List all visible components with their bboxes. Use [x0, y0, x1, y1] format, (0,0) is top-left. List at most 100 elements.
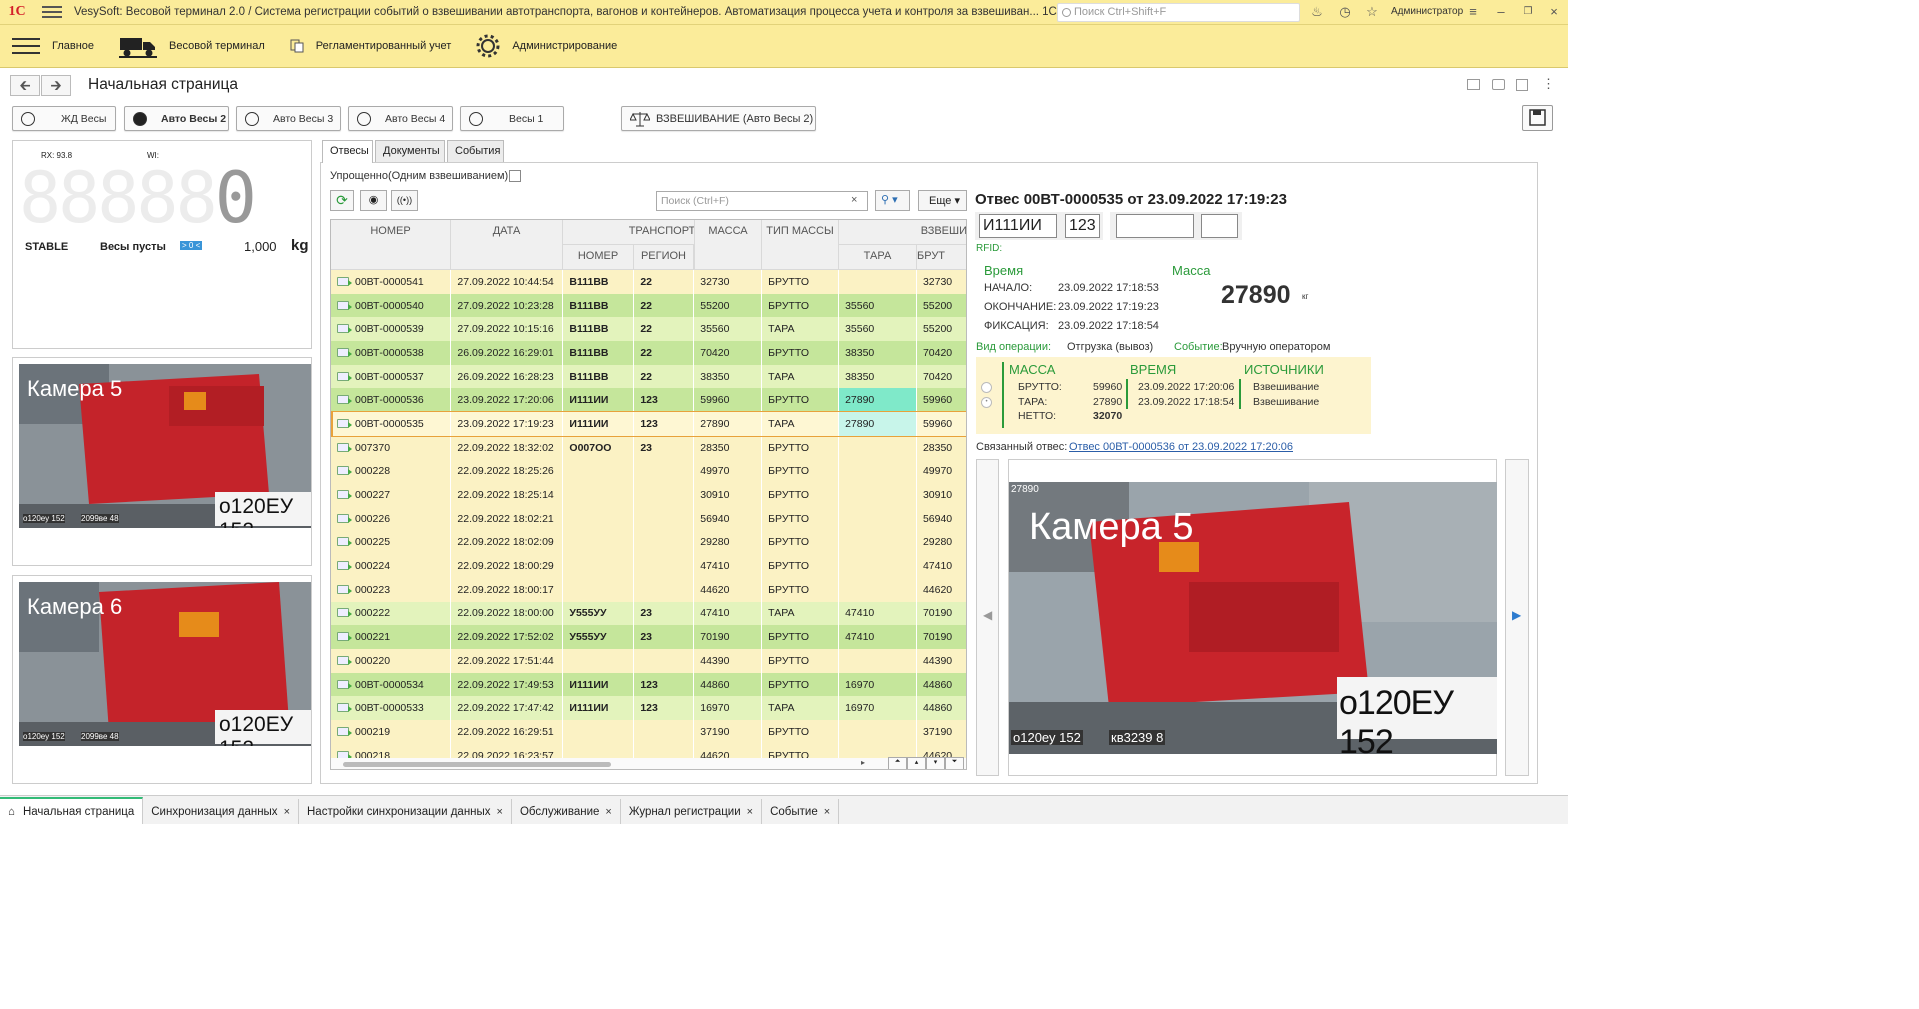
table-row[interactable]: 00ВТ-0000533 22.09.2022 17:47:42 И111ИИ 123… [331, 696, 966, 721]
clear-search-icon[interactable]: × [851, 194, 857, 206]
close-tab-icon[interactable]: × [824, 806, 830, 818]
header-transport-number[interactable]: НОМЕР [563, 245, 634, 270]
close-tab-icon[interactable]: × [284, 806, 290, 818]
header-date[interactable]: ДАТА [451, 220, 563, 270]
table-row[interactable]: 000226 22.09.2022 18:02:21 56940 БРУТТО 5694… [331, 506, 966, 531]
table-row[interactable]: 000227 22.09.2022 18:25:14 30910 БРУТТО 3091… [331, 483, 966, 507]
scale-button-1[interactable]: Весы 1 [460, 106, 564, 131]
next-page-icon[interactable]: ▾ [926, 757, 945, 769]
tara-radio-icon[interactable]: • [981, 397, 992, 408]
scale-button-auto2[interactable]: Авто Весы 2 [124, 106, 229, 131]
hide-button[interactable]: ◉ [360, 190, 387, 211]
scroll-right-icon[interactable]: ▸ [861, 758, 865, 767]
mass-label: Масса [1172, 263, 1211, 278]
cell-brutto-text: 44620 [922, 583, 953, 596]
scale-button-auto3[interactable]: Авто Весы 3 [236, 106, 341, 131]
brutto-radio-icon[interactable] [981, 382, 992, 393]
region-field[interactable]: 123 [1065, 214, 1100, 238]
close-tab-icon[interactable]: × [747, 806, 753, 818]
weigh-button[interactable]: ВЗВЕШИВАНИЕ (Авто Весы 2) [621, 106, 816, 131]
table-row[interactable]: 00ВТ-0000538 26.09.2022 16:29:01 В111ВВ 22 7… [331, 341, 966, 365]
header-number[interactable]: НОМЕР [331, 220, 451, 270]
cell-tara [838, 483, 917, 507]
prev-page-icon[interactable]: ▴ [907, 757, 926, 769]
photo-next-button[interactable]: ▶ [1505, 459, 1529, 776]
table-row[interactable]: 00ВТ-0000541 27.09.2022 10:44:54 В111ВВ 22 3… [331, 270, 966, 294]
start-value: 23.09.2022 17:18:53 [1058, 282, 1159, 294]
camera-5-image[interactable]: Камера 5 о120ЕУ 152 о120еу 152 2099ве 48 [19, 364, 311, 528]
print-icon[interactable] [1492, 79, 1505, 90]
plate-field[interactable]: И111ИИ [979, 214, 1057, 238]
trailer-plate-field[interactable] [1116, 214, 1194, 238]
window-tab-journal[interactable]: Журнал регистрации × [620, 799, 763, 824]
tab-weighings[interactable]: Отвесы [322, 140, 373, 163]
bell-icon[interactable]: ♨ [1309, 4, 1325, 20]
menu-accounting[interactable]: Регламентированный учет [290, 39, 451, 53]
search-button[interactable]: ⚲ ▾ [875, 190, 910, 211]
menu-admin[interactable]: Администрирование [476, 34, 617, 58]
window-tab-sync[interactable]: Синхронизация данных × [143, 799, 299, 824]
history-icon[interactable]: ◷ [1337, 4, 1353, 20]
window-tab-event[interactable]: Событие × [762, 799, 840, 824]
simplified-checkbox[interactable] [509, 170, 521, 182]
last-page-icon[interactable]: ⏷ [945, 757, 964, 769]
scale-button-rail[interactable]: ЖД Весы [12, 106, 116, 131]
settings-lines-icon[interactable]: ≡ [1465, 4, 1481, 20]
table-row[interactable]: 000222 22.09.2022 18:00:00 У555УУ 23 47410 ТА… [331, 601, 966, 626]
star-icon[interactable]: ☆ [1364, 4, 1380, 20]
more-vert-icon[interactable]: ⋮ [1542, 76, 1555, 92]
window-tab-home[interactable]: ⌂ Начальная страница [0, 797, 144, 824]
menu-burger-icon[interactable] [42, 6, 62, 18]
table-row[interactable]: 00ВТ-0000539 27.09.2022 10:15:16 В111ВВ 22 3… [331, 317, 966, 342]
trailer-region-field[interactable] [1201, 214, 1238, 238]
table-row[interactable]: 000221 22.09.2022 17:52:02 У555УУ 23 70190 БР… [331, 625, 966, 649]
first-page-icon[interactable]: ⏶ [888, 757, 907, 769]
back-button[interactable]: 🡰 [10, 75, 40, 96]
more-button[interactable]: Еще ▾ [918, 190, 967, 211]
preview-icon[interactable] [1516, 79, 1528, 91]
table-row[interactable]: 00ВТ-0000536 23.09.2022 17:20:06 И111ИИ 123… [331, 388, 966, 413]
weighing-photo[interactable]: 27890 Камера 5 о120ЕУ 152 о120еу 152 кв3… [1009, 482, 1497, 754]
table-row[interactable]: 000225 22.09.2022 18:02:09 29280 БРУТТО 2928… [331, 530, 966, 555]
signal-button[interactable]: ((•)) [391, 190, 418, 211]
header-mass-type[interactable]: ТИП МАССЫ [762, 220, 839, 270]
table-row[interactable]: 000223 22.09.2022 18:00:17 44620 БРУТТО 4462… [331, 577, 966, 602]
user-name[interactable]: Администратор [1391, 6, 1463, 17]
scroll-thumb[interactable] [343, 762, 611, 767]
table-row[interactable]: 000220 22.09.2022 17:51:44 44390 БРУТТО 4439… [331, 649, 966, 673]
global-search-input[interactable]: Поиск Ctrl+Shift+F [1057, 3, 1300, 22]
tab-events[interactable]: События [447, 140, 504, 162]
close-tab-icon[interactable]: × [497, 806, 503, 818]
table-row[interactable]: 00ВТ-0000535 23.09.2022 17:19:23 И111ИИ 123… [331, 411, 966, 437]
minimize-icon[interactable]: – [1493, 4, 1509, 20]
header-tara[interactable]: ТАРА [839, 245, 917, 270]
save-document-button[interactable] [1522, 105, 1553, 131]
header-region[interactable]: РЕГИОН [634, 245, 694, 270]
header-brutto[interactable]: БРУТ [917, 245, 966, 270]
refresh-button[interactable]: ⟳ [330, 190, 354, 211]
camera-6-image[interactable]: Камера 6 о120ЕУ 152 о120еу 152 2099ве 48 [19, 582, 311, 746]
photo-prev-button[interactable]: ◀ [976, 459, 999, 776]
tab-documents[interactable]: Документы [375, 140, 445, 162]
linked-link[interactable]: Отвес 00ВТ-0000536 от 23.09.2022 17:20:0… [1069, 441, 1293, 453]
table-search-input[interactable]: Поиск (Ctrl+F) [656, 191, 868, 211]
restore-icon[interactable]: ❐ [1520, 4, 1536, 20]
window-tab-sync-settings[interactable]: Настройки синхронизации данных × [299, 799, 512, 824]
table-row[interactable]: 00ВТ-0000534 22.09.2022 17:49:53 И111ИИ 123… [331, 672, 966, 697]
table-row[interactable]: 007370 22.09.2022 18:32:02 О007ОО 23 28350 БР… [331, 435, 966, 460]
menu-terminal[interactable]: Весовой терминал [119, 34, 265, 58]
table-row[interactable]: 000224 22.09.2022 18:00:29 47410 БРУТТО 4741… [331, 554, 966, 578]
table-row[interactable]: 000228 22.09.2022 18:25:26 49970 БРУТТО 4997… [331, 459, 966, 484]
header-mass[interactable]: МАССА [694, 220, 762, 270]
save-icon[interactable] [1467, 79, 1480, 90]
forward-button[interactable]: 🡲 [41, 75, 71, 96]
horizontal-scrollbar[interactable]: ▸ ⏶ ▴ ▾ ⏷ [331, 757, 966, 769]
window-tab-service[interactable]: Обслуживание × [511, 799, 621, 824]
close-icon[interactable]: × [1546, 4, 1562, 20]
close-tab-icon[interactable]: × [605, 806, 611, 818]
table-row[interactable]: 00ВТ-0000537 26.09.2022 16:28:23 В111ВВ 22 3… [331, 364, 966, 389]
menu-main[interactable]: Главное [12, 37, 94, 55]
scale-button-auto4[interactable]: Авто Весы 4 [348, 106, 453, 131]
table-row[interactable]: 00ВТ-0000540 27.09.2022 10:23:28 В111ВВ 22 5… [331, 293, 966, 318]
table-row[interactable]: 000219 22.09.2022 16:29:51 37190 БРУТТО 3719… [331, 720, 966, 744]
